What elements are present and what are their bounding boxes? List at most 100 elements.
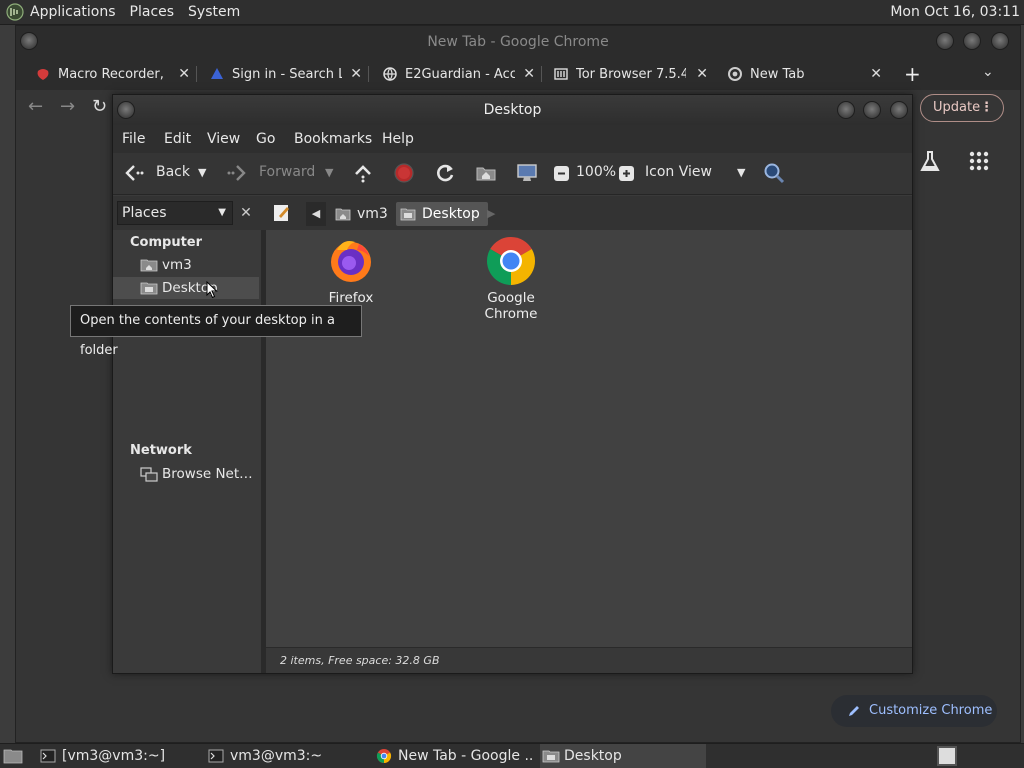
- search-labs-icon: [211, 68, 223, 79]
- taskbar: [vm3@vm3:~] vm3@vm3:~ New Tab - Google .…: [0, 743, 1024, 768]
- chrome-titlebar[interactable]: New Tab - Google Chrome: [16, 26, 1020, 58]
- file-manager-titlebar[interactable]: Desktop: [113, 95, 912, 125]
- back-arrow-icon[interactable]: [123, 162, 145, 184]
- taskbar-item-desktop[interactable]: Desktop: [540, 744, 706, 768]
- back-arrow-icon[interactable]: ←: [28, 96, 43, 117]
- breadcrumb-left-arrow-icon[interactable]: ◀: [306, 202, 326, 226]
- menu-go[interactable]: Go: [256, 131, 275, 147]
- firefox-icon: [331, 241, 371, 282]
- sidebar-item-vm3[interactable]: vm3: [113, 254, 259, 276]
- show-desktop-icon[interactable]: [3, 748, 23, 764]
- close-tab-icon[interactable]: ✕: [523, 66, 535, 82]
- apps-grid-icon[interactable]: [968, 150, 990, 172]
- tab-sign-in[interactable]: Sign in - Search La ✕: [210, 58, 369, 90]
- home-folder-icon: [335, 208, 351, 221]
- clock[interactable]: Mon Oct 16, 03:11: [890, 4, 1020, 20]
- google-chrome-icon: [376, 749, 392, 764]
- desktop-item-firefox[interactable]: Firefox: [308, 236, 394, 306]
- taskbar-item-terminal-1[interactable]: [vm3@vm3:~]: [38, 744, 198, 768]
- macro-recorder-icon: [37, 69, 49, 80]
- forward-arrow-icon[interactable]: [226, 162, 248, 184]
- taskbar-item-chrome[interactable]: New Tab - Google ...: [374, 744, 534, 768]
- search-icon[interactable]: [763, 162, 785, 184]
- distro-logo-icon[interactable]: [6, 3, 24, 21]
- window-menu-button[interactable]: [20, 32, 38, 50]
- minimize-button[interactable]: [837, 101, 855, 119]
- close-tab-icon[interactable]: ✕: [350, 66, 362, 82]
- forward-history-dropdown[interactable]: ▼: [325, 166, 333, 179]
- zoom-out-icon[interactable]: [551, 162, 573, 184]
- tab-search-chevron-icon[interactable]: ⌄: [982, 64, 994, 80]
- close-tab-icon[interactable]: ✕: [870, 66, 882, 82]
- update-button[interactable]: Update ⋮: [920, 94, 1004, 122]
- tab-macro-recorder[interactable]: Macro Recorder, M ✕: [36, 58, 197, 90]
- dropdown-arrow-icon: ▼: [218, 207, 226, 218]
- close-tab-icon[interactable]: ✕: [696, 66, 708, 82]
- tab-separator: [368, 66, 369, 82]
- menu-view[interactable]: View: [207, 131, 240, 147]
- back-button[interactable]: Back: [156, 164, 190, 180]
- home-folder-icon: [140, 259, 158, 272]
- forward-button[interactable]: Forward: [259, 164, 315, 180]
- view-mode-select[interactable]: Icon View: [645, 164, 712, 180]
- computer-icon[interactable]: [516, 162, 538, 184]
- sidebar-selector[interactable]: Places ▼: [117, 201, 233, 225]
- sidebar-header-network: Network: [130, 443, 192, 458]
- sidebar-header-computer: Computer: [130, 235, 203, 250]
- applications-menu[interactable]: Applications: [30, 4, 116, 20]
- sidebar-item-browse-network[interactable]: Browse Net…: [113, 463, 259, 485]
- customize-chrome-button[interactable]: Customize Chrome: [831, 695, 997, 727]
- reload-icon[interactable]: ↻: [92, 96, 107, 117]
- kebab-menu-icon[interactable]: ⋮: [980, 95, 993, 121]
- breadcrumb-right-arrow-icon[interactable]: ▶: [487, 202, 495, 226]
- reload-icon[interactable]: [434, 162, 456, 184]
- workspace-switcher[interactable]: [937, 746, 957, 766]
- desktop-folder-icon: [542, 750, 560, 763]
- view-mode-dropdown-arrow[interactable]: ▼: [737, 166, 745, 179]
- network-icon: [140, 467, 158, 482]
- home-folder-icon[interactable]: [475, 162, 497, 184]
- menu-file[interactable]: File: [122, 131, 145, 147]
- folder-content-area[interactable]: Firefox Google Chrome: [266, 230, 912, 647]
- minimize-button[interactable]: [936, 32, 954, 50]
- back-history-dropdown[interactable]: ▼: [198, 166, 206, 179]
- zoom-in-icon[interactable]: [616, 162, 638, 184]
- edit-location-icon[interactable]: [272, 203, 292, 223]
- sidebar-item-desktop[interactable]: Desktop: [113, 277, 259, 299]
- close-sidebar-icon[interactable]: ✕: [235, 202, 257, 224]
- new-tab-button[interactable]: +: [904, 62, 921, 86]
- system-menu[interactable]: System: [188, 4, 240, 20]
- tab-separator: [196, 66, 197, 82]
- tab-tor-browser[interactable]: Tor Browser 7.5.4 ✕: [554, 58, 714, 90]
- flask-icon[interactable]: [918, 150, 942, 174]
- forward-arrow-icon[interactable]: →: [60, 96, 75, 117]
- tab-e2guardian[interactable]: E2Guardian - Acce ✕: [383, 58, 542, 90]
- places-menu[interactable]: Places: [130, 4, 175, 20]
- taskbar-item-terminal-2[interactable]: vm3@vm3:~: [206, 744, 366, 768]
- breadcrumb-desktop[interactable]: Desktop: [396, 202, 488, 226]
- menu-bookmarks[interactable]: Bookmarks: [294, 131, 372, 147]
- stop-icon[interactable]: [393, 162, 415, 184]
- terminal-icon: [208, 749, 224, 763]
- tab-separator: [541, 66, 542, 82]
- breadcrumb-vm3[interactable]: vm3: [331, 202, 396, 226]
- chrome-icon: [728, 67, 742, 81]
- up-arrow-icon[interactable]: [352, 162, 374, 184]
- chrome-window-title: New Tab - Google Chrome: [427, 34, 609, 50]
- window-menu-button[interactable]: [117, 101, 135, 119]
- maximize-button[interactable]: [863, 101, 881, 119]
- location-bar: Places ▼ ✕ ◀ vm3 Desktop ▶: [113, 196, 912, 230]
- zoom-level[interactable]: 100%: [576, 164, 616, 180]
- desktop-item-google-chrome[interactable]: Google Chrome: [459, 236, 563, 322]
- maximize-button[interactable]: [963, 32, 981, 50]
- menu-edit[interactable]: Edit: [164, 131, 191, 147]
- menu-help[interactable]: Help: [382, 131, 414, 147]
- tooltip: Open the contents of your desktop in a f…: [70, 305, 362, 358]
- tab-new-tab[interactable]: New Tab ✕: [728, 58, 888, 90]
- menu-bar: File Edit View Go Bookmarks Help: [113, 125, 912, 153]
- close-tab-icon[interactable]: ✕: [178, 66, 190, 82]
- close-button[interactable]: [890, 101, 908, 119]
- globe-icon: [383, 67, 397, 81]
- close-button[interactable]: [991, 32, 1009, 50]
- terminal-icon: [40, 749, 56, 763]
